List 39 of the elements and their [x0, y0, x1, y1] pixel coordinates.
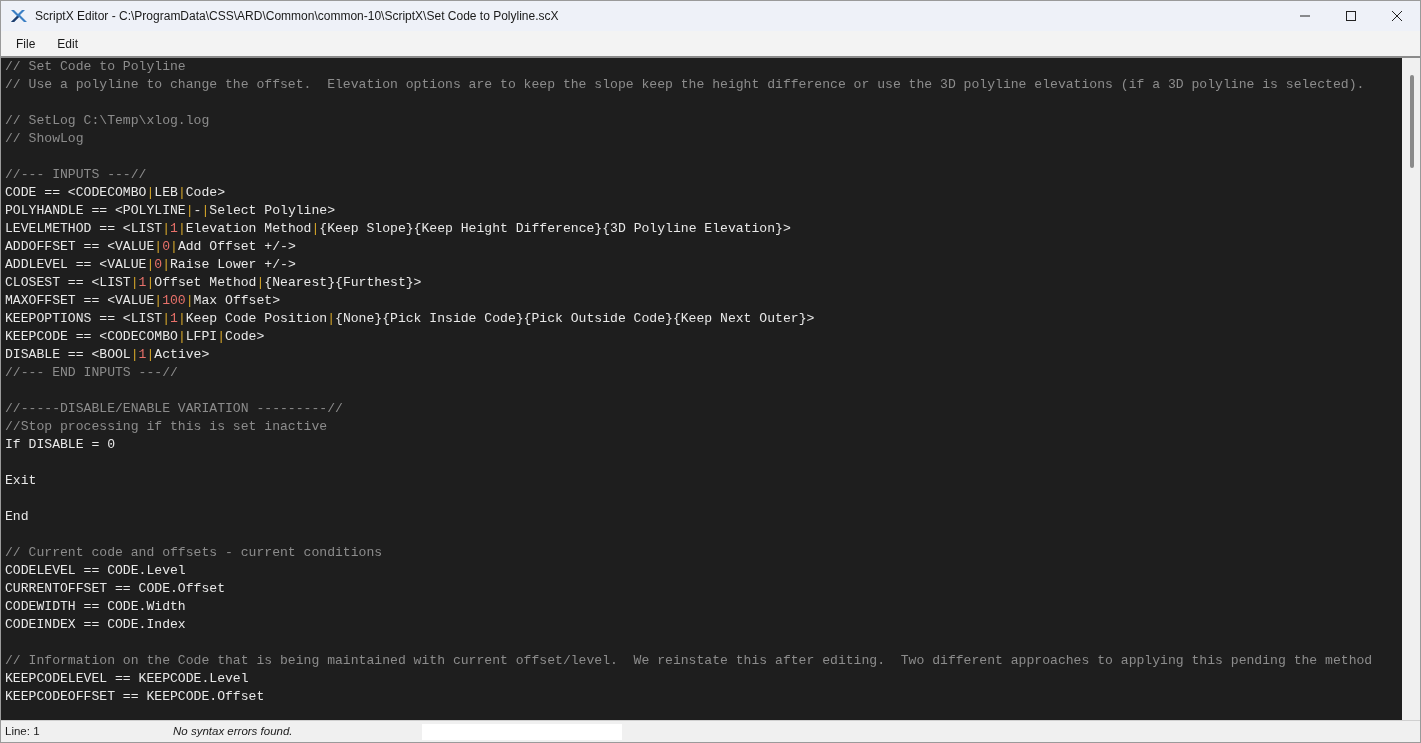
code-comment: // Information on the Code that is being maintained with current offset/level. We reinstate this after editing. Two different approaches to applying this pending the method	[5, 653, 1373, 668]
code-line: ADDLEVEL == <VALUE|0|Raise Lower +/->	[5, 257, 296, 272]
code-comment: //--- END INPUTS ---//	[5, 365, 178, 380]
code-comment: // ShowLog	[5, 131, 84, 146]
code-line: KEEPCODE == <CODECOMBO|LFPI|Code>	[5, 329, 265, 344]
line-indicator: Line: 1	[5, 723, 41, 739]
code-line: CODELEVEL == CODE.Level	[5, 563, 186, 578]
scrollbar-thumb[interactable]	[1410, 75, 1414, 168]
window-title: ScriptX Editor - C:\ProgramData\CSS\ARD\Common\common-10\ScriptX\Set Code to Polyline.scX	[35, 8, 559, 25]
code-line: KEEPCODELEVEL == KEEPCODE.Level	[5, 671, 249, 686]
code-line: DISABLE == <BOOL|1|Active>	[5, 347, 210, 362]
code-comment: //--- INPUTS ---//	[5, 167, 147, 182]
code-line: LEVELMETHOD == <LIST|1|Elevation Method|{Keep Slope}{Keep Height Difference}{3D Polyline Elevation}>	[5, 221, 791, 236]
menu-item[interactable]: File	[6, 32, 46, 55]
code-line: POLYHANDLE == <POLYLINE|-|Select Polyline>	[5, 203, 336, 218]
code-line: CLOSEST == <LIST|1|Offset Method|{Nearest}{Furthest}>	[5, 275, 422, 290]
code-line: CODEINDEX == CODE.Index	[5, 617, 186, 632]
code-comment: // Set Code to Polyline	[5, 59, 186, 74]
code-line: If DISABLE = 0	[5, 437, 115, 452]
code-comment: //-----DISABLE/ENABLE VARIATION ---------//	[5, 401, 343, 416]
code-line: MAXOFFSET == <VALUE|100|Max Offset>	[5, 293, 281, 308]
code-comment: // Use a polyline to change the offset. Elevation options are to keep the slope keep the height difference or use the 3D polyline elevations (if a 3D polyline is selected).	[5, 77, 1365, 92]
close-icon	[1392, 11, 1402, 21]
code-line: KEEPCODEOFFSET == KEEPCODE.Offset	[5, 689, 265, 704]
code-comment: //Stop processing if this is set inactive	[5, 419, 328, 434]
code-line: End	[5, 509, 29, 524]
status-message: No syntax errors found.	[173, 723, 294, 739]
code-line: ADDOFFSET == <VALUE|0|Add Offset +/->	[5, 239, 296, 254]
app-logo-icon	[11, 10, 27, 22]
code-editor[interactable]	[1, 58, 1402, 720]
code-line: CURRENTOFFSET == CODE.Offset	[5, 581, 225, 596]
code-line: CODE == <CODECOMBO|LEB|Code>	[5, 185, 226, 200]
code-line: KEEPOPTIONS == <LIST|1|Keep Code Position|{None}{Pick Inside Code}{Pick Outside Code}{Keep Next Outer}>	[5, 311, 815, 326]
code-line: Exit	[5, 473, 37, 488]
code-line: CODEWIDTH == CODE.Width	[5, 599, 186, 614]
menu-item[interactable]: Edit	[47, 32, 89, 55]
maximize-icon	[1346, 11, 1356, 21]
code-comment: // Current code and offsets - current conditions	[5, 545, 383, 560]
code-comment: // SetLog C:\Temp\xlog.log	[5, 113, 210, 128]
